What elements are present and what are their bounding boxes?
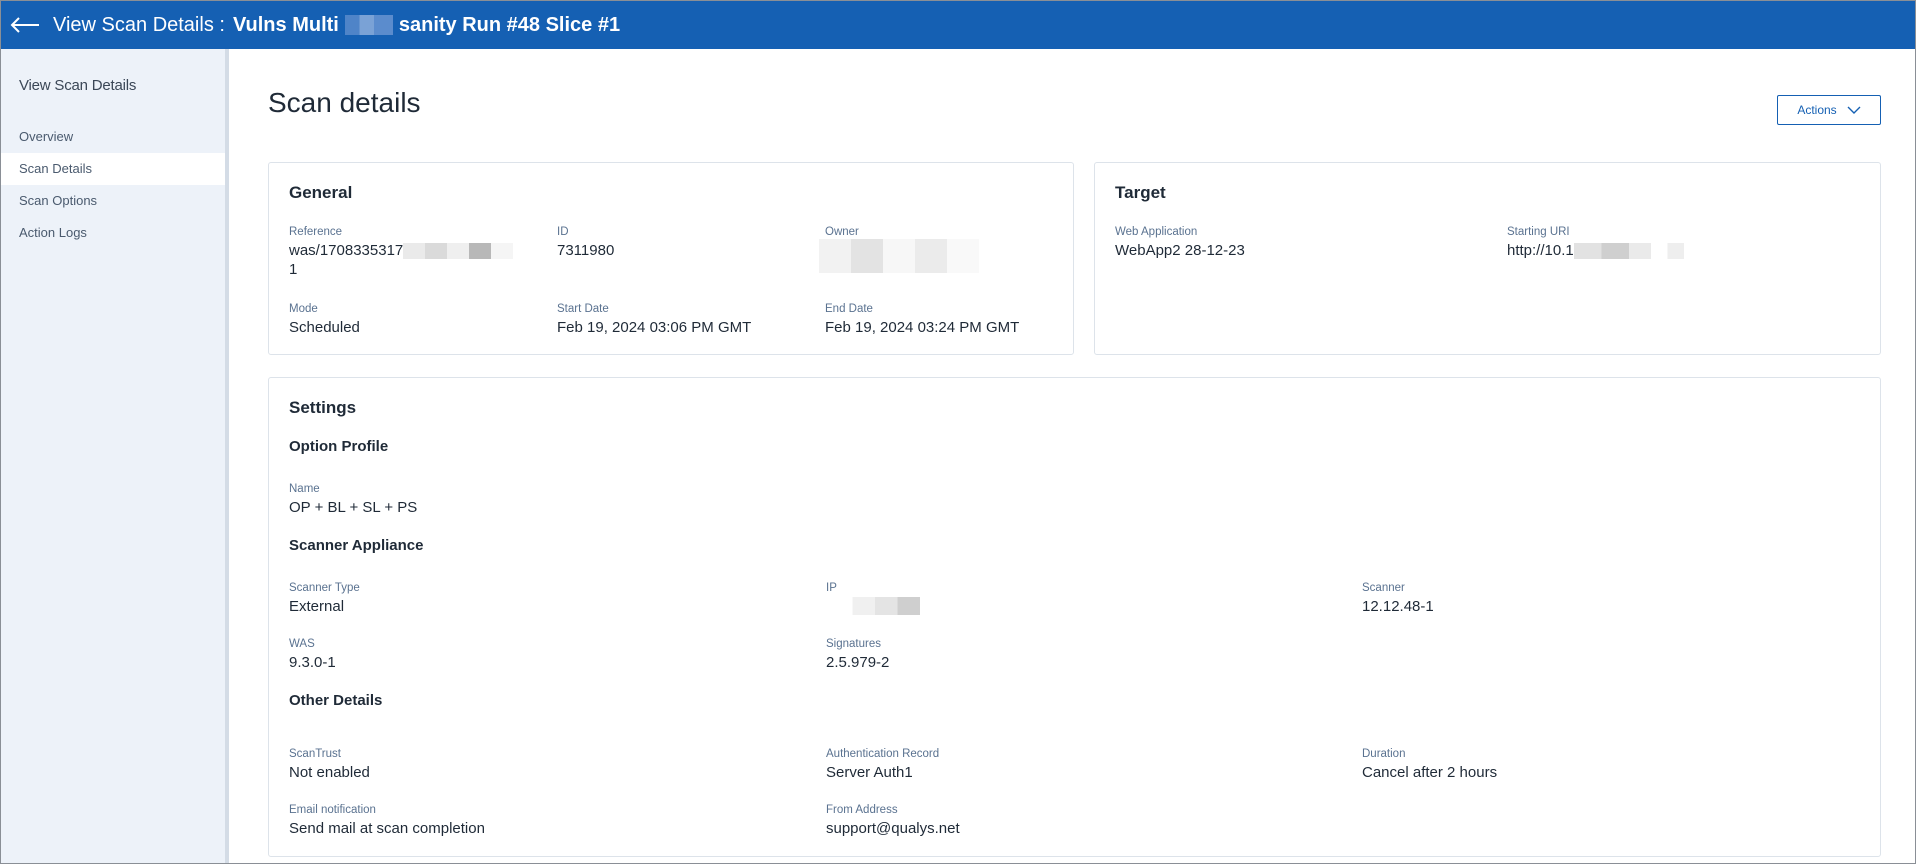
settings-title: Settings <box>289 398 357 417</box>
auth-record-label: Authentication Record <box>826 748 940 760</box>
scanner-value: 12.12.48-1 <box>1362 598 1434 615</box>
mode-field: Mode Scheduled <box>289 302 360 337</box>
id-label: ID <box>557 226 569 238</box>
ip-field: IP <box>826 581 920 615</box>
starting-uri-label: Starting URI <box>1507 226 1570 238</box>
reference-value-line2: 1 <box>289 261 298 278</box>
option-profile-title: Option Profile <box>289 438 389 455</box>
from-address-value: support@qualys.net <box>826 820 960 837</box>
general-title: General <box>289 183 353 202</box>
was-field: WAS 9.3.0-1 <box>289 637 336 672</box>
reference-label: Reference <box>289 226 343 238</box>
chevron-down-icon <box>1847 103 1861 117</box>
header-bar: View Scan Details : Vulns Multi sanity R… <box>1 1 1915 49</box>
mode-label: Mode <box>289 303 318 315</box>
sidebar-item-scan-details[interactable]: Scan Details <box>1 153 225 185</box>
scan-name-part1: Vulns Multi <box>232 13 339 36</box>
was-value: 9.3.0-1 <box>289 654 336 671</box>
email-notification-value: Send mail at scan completion <box>289 820 485 837</box>
end-date-label: End Date <box>825 303 873 315</box>
scanner-field: Scanner 12.12.48-1 <box>1362 581 1434 616</box>
id-value: 7311980 <box>557 242 615 259</box>
settings-card: Settings Option Profile Name OP + BL + S… <box>268 377 1881 857</box>
id-field: ID 7311980 <box>557 225 614 260</box>
sidebar-item-scan-options[interactable]: Scan Options <box>1 185 225 217</box>
scanner-type-field: Scanner Type External <box>289 581 360 616</box>
scanner-type-value: External <box>289 598 345 615</box>
starting-uri-field: Starting URI http://10.1 <box>1507 225 1684 260</box>
arrow-left-icon[interactable] <box>9 13 45 37</box>
main-content: Scan details Actions General Reference w… <box>233 49 1915 863</box>
redacted-block <box>403 243 514 260</box>
page-title: Scan details <box>268 87 421 118</box>
from-address-field: From Address support@qualys.net <box>826 803 960 838</box>
redacted-block <box>1573 243 1684 260</box>
from-address-label: From Address <box>826 804 898 816</box>
general-card: General Reference was/1708335317 1 ID 73… <box>268 162 1074 355</box>
start-date-value: Feb 19, 2024 03:06 PM GMT <box>557 319 752 336</box>
scanner-appliance-title: Scanner Appliance <box>289 537 424 554</box>
redacted-block <box>819 239 979 273</box>
auth-record-value: Server Auth1 <box>826 764 913 781</box>
signatures-label: Signatures <box>826 638 881 650</box>
email-notification-field: Email notification Send mail at scan com… <box>289 803 485 838</box>
owner-field: Owner <box>819 225 979 273</box>
profile-name-label: Name <box>289 483 320 495</box>
scantrust-label: ScanTrust <box>289 748 341 760</box>
duration-field: Duration Cancel after 2 hours <box>1362 747 1497 782</box>
redacted-block <box>830 597 920 615</box>
other-details-title: Other Details <box>289 692 383 709</box>
sidebar-title: View Scan Details <box>19 77 137 94</box>
target-title: Target <box>1115 183 1166 202</box>
scan-name-part2: sanity Run #48 Slice #1 <box>398 13 621 36</box>
start-date-label: Start Date <box>557 303 609 315</box>
starting-uri-value: http://10.1 <box>1507 241 1684 260</box>
app-window: View Scan Details : Vulns Multi sanity R… <box>0 0 1916 864</box>
scanner-label: Scanner <box>1362 582 1405 594</box>
end-date-field: End Date Feb 19, 2024 03:24 PM GMT <box>825 302 1019 337</box>
scanner-type-label: Scanner Type <box>289 582 360 594</box>
mode-value: Scheduled <box>289 319 360 336</box>
duration-label: Duration <box>1362 748 1406 760</box>
actions-button[interactable]: Actions <box>1777 95 1881 125</box>
sidebar-item-overview[interactable]: Overview <box>1 121 225 153</box>
web-application-field: Web Application WebApp2 28-12-23 <box>1115 225 1245 260</box>
signatures-value: 2.5.979-2 <box>826 654 890 671</box>
owner-label: Owner <box>825 226 859 238</box>
actions-label: Actions <box>1797 103 1837 117</box>
was-label: WAS <box>289 638 315 650</box>
auth-record-field: Authentication Record Server Auth1 <box>826 747 939 782</box>
redacted-block <box>344 15 393 35</box>
web-application-label: Web Application <box>1115 226 1198 238</box>
reference-text: was/1708335317 <box>289 242 404 259</box>
starting-uri-text: http://10.1 <box>1507 242 1574 259</box>
profile-name-value: OP + BL + SL + PS <box>289 499 418 516</box>
header-title-prefix: View Scan Details : <box>53 13 225 36</box>
reference-value: was/1708335317 <box>289 241 539 260</box>
email-notification-label: Email notification <box>289 804 376 816</box>
reference-field: Reference was/1708335317 1 <box>289 225 539 279</box>
scan-name: Vulns Multi sanity Run #48 Slice #1 <box>233 14 620 37</box>
profile-name-field: Name OP + BL + SL + PS <box>289 482 417 517</box>
end-date-value: Feb 19, 2024 03:24 PM GMT <box>825 319 1020 336</box>
duration-value: Cancel after 2 hours <box>1362 764 1498 781</box>
sidebar-item-action-logs[interactable]: Action Logs <box>1 217 225 249</box>
ip-label: IP <box>826 582 837 594</box>
scantrust-value: Not enabled <box>289 764 370 781</box>
sidebar: View Scan Details Overview Scan Details … <box>1 49 229 863</box>
signatures-field: Signatures 2.5.979-2 <box>826 637 889 672</box>
start-date-field: Start Date Feb 19, 2024 03:06 PM GMT <box>557 302 751 337</box>
web-application-value: WebApp2 28-12-23 <box>1115 242 1245 259</box>
scantrust-field: ScanTrust Not enabled <box>289 747 370 782</box>
target-card: Target Web Application WebApp2 28-12-23 … <box>1094 162 1881 355</box>
